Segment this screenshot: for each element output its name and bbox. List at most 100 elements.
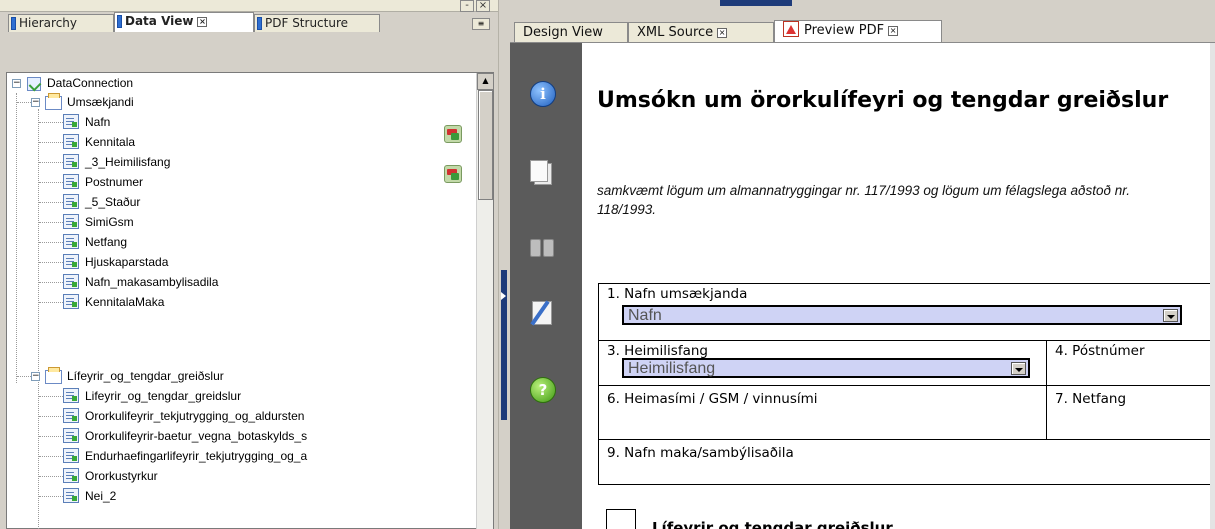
help-icon[interactable]: ? <box>530 377 556 403</box>
tab-preview-pdf[interactable]: Preview PDF × <box>774 20 942 42</box>
tree-node-label: Netfang <box>85 235 128 249</box>
tree-node-field[interactable]: Hjuskaparstada <box>85 252 168 272</box>
field-label: 4. Póstnúmer <box>1055 343 1145 359</box>
tree-guide-line <box>17 376 31 377</box>
tree-node-group-lifeyrir[interactable]: Lífeyrir_og_tengdar_greiðslur <box>67 366 224 386</box>
toolbar-edge <box>720 0 792 6</box>
form-title: Umsókn um örorkulífeyri og tengdar greið… <box>597 88 1169 113</box>
tab-pdf-structure-label: PDF Structure <box>265 16 349 30</box>
tree-node-field[interactable]: Ororkustyrkur <box>85 466 158 486</box>
data-field-icon <box>63 194 79 209</box>
tree-node-field[interactable]: Nafn <box>85 112 110 132</box>
tree-guide-line <box>17 102 31 103</box>
minimize-button[interactable]: - <box>460 0 474 12</box>
data-field-icon <box>63 214 79 229</box>
tree-node-field[interactable]: Nei_2 <box>85 486 116 506</box>
collapse-handle[interactable] <box>501 270 507 420</box>
tab-xml-source[interactable]: XML Source × <box>628 22 774 42</box>
tree-node-field[interactable]: Nafn_makasambylisadila <box>85 272 218 292</box>
tab-data-view[interactable]: Data View × <box>114 12 254 32</box>
tree-node-label: _3_Heimilisfang <box>85 155 171 169</box>
tree-node-field[interactable]: SimiGsm <box>85 212 134 232</box>
sign-icon[interactable] <box>530 299 556 327</box>
page-vertical-scrollbar[interactable] <box>1210 43 1215 529</box>
close-tab-icon[interactable]: × <box>197 16 208 27</box>
tree-node-label: Kennitala <box>85 135 136 149</box>
tab-hierarchy[interactable]: Hierarchy <box>8 14 114 32</box>
pdf-preview-area: i ? Umsókn um örorkulífeyri og tengdar g… <box>510 42 1215 529</box>
collapse-toggle-icon[interactable]: − <box>12 79 21 88</box>
scroll-thumb[interactable] <box>478 90 493 200</box>
data-field-icon <box>63 254 79 269</box>
tab-xml-source-label: XML Source <box>637 25 714 40</box>
tree-guide-line <box>39 262 65 263</box>
data-connection-icon <box>27 77 41 91</box>
tree-vertical-scrollbar[interactable]: ▲ <box>476 73 494 529</box>
data-field-icon <box>63 294 79 309</box>
tab-design-view[interactable]: Design View <box>514 22 628 42</box>
data-field-icon <box>63 174 79 189</box>
tree-node-field[interactable]: Lifeyrir_og_tengdar_greidslur <box>85 386 241 406</box>
close-tab-icon[interactable]: × <box>717 27 728 38</box>
panel-splitter[interactable] <box>498 0 510 529</box>
tree-guide-line <box>39 496 65 497</box>
tab-marker-icon <box>117 15 122 28</box>
collapse-toggle-icon[interactable]: − <box>31 98 40 107</box>
panel-menu-icon[interactable]: ≡ <box>472 18 490 30</box>
close-tab-icon[interactable]: × <box>888 25 899 36</box>
tab-preview-pdf-label: Preview PDF <box>804 23 885 38</box>
tab-marker-icon <box>257 17 262 30</box>
tree-node-field[interactable]: _5_Staður <box>85 192 140 212</box>
data-tree-view[interactable]: − DataConnection − Umsækjandi Nafn Kennit… <box>6 72 494 529</box>
tree-node-field[interactable]: KennitalaMaka <box>85 292 164 312</box>
tree-node-label: Ororkulifeyrir-baetur_vegna_botaskylds_s <box>85 429 308 443</box>
tree-node-label: SimiGsm <box>85 215 134 229</box>
bind-indicator-icon[interactable] <box>444 165 462 183</box>
binoculars-icon[interactable] <box>530 239 554 257</box>
scroll-up-arrow-icon[interactable]: ▲ <box>477 73 494 90</box>
tree-guide-line <box>39 416 65 417</box>
tree-guide-line <box>39 436 65 437</box>
tree-node-field[interactable]: Kennitala <box>85 132 135 152</box>
tab-data-view-label: Data View <box>125 14 194 28</box>
data-field-icon <box>63 488 79 503</box>
tree-node-field[interactable]: Endurhaefingarlifeyrir_tekjutrygging_og_… <box>85 446 307 466</box>
tree-node-field[interactable]: _3_Heimilisfang <box>85 152 170 172</box>
field-cell-phone[interactable]: 6. Heimasími / GSM / vinnusími <box>598 385 1047 440</box>
info-icon[interactable]: i <box>530 81 556 107</box>
close-panel-button[interactable]: × <box>476 0 490 12</box>
tab-pdf-structure[interactable]: PDF Structure <box>254 14 380 32</box>
field-cell-address: 3. Heimilisfang Heimilisfang <box>598 340 1047 386</box>
bind-indicator-icon[interactable] <box>444 125 462 143</box>
left-tab-bar: Hierarchy Data View × PDF Structure ≡ <box>0 12 498 32</box>
field-label: 7. Netfang <box>1055 391 1127 407</box>
tree-node-field[interactable]: Ororkulifeyrir-baetur_vegna_botaskylds_s <box>85 426 307 446</box>
field-cell-spouse-name[interactable]: 9. Nafn maka/sambýlisaðila <box>598 439 1215 485</box>
tree-node-field[interactable]: Postnumer <box>85 172 143 192</box>
tree-guide-line <box>39 202 65 203</box>
field-cell-postal-code[interactable]: 4. Póstnúmer <box>1046 340 1215 386</box>
tree-node-label: Nafn <box>85 115 111 129</box>
section-checkbox[interactable] <box>606 509 636 529</box>
applicant-name-dropdown[interactable]: Nafn <box>622 305 1182 325</box>
data-field-icon <box>63 408 79 423</box>
collapse-toggle-icon[interactable]: − <box>31 372 40 381</box>
field-cell-email[interactable]: 7. Netfang <box>1046 385 1215 440</box>
chevron-down-icon[interactable] <box>1011 362 1026 375</box>
pages-icon[interactable] <box>530 160 552 185</box>
tree-guide-line <box>39 242 65 243</box>
tree-node-label: Endurhaefingarlifeyrir_tekjutrygging_og_… <box>85 449 308 463</box>
tree-node-dataconnection[interactable]: DataConnection <box>47 73 133 93</box>
tree-guide-line <box>38 109 39 373</box>
tree-guide-line <box>39 162 65 163</box>
tree-node-field[interactable]: Ororkulifeyrir_tekjutrygging_og_aldurste… <box>85 406 304 426</box>
data-view-panel: - × Hierarchy Data View × PDF Structure ≡… <box>0 0 498 529</box>
group-node-icon <box>45 367 62 384</box>
address-dropdown[interactable]: Heimilisfang <box>622 358 1030 378</box>
tree-node-field[interactable]: Netfang <box>85 232 127 252</box>
tree-node-label: Umsækjandi <box>67 95 134 109</box>
tab-design-view-label: Design View <box>523 25 603 40</box>
chevron-down-icon[interactable] <box>1163 309 1178 322</box>
data-field-icon <box>63 134 79 149</box>
tree-node-group-umsaekjandi[interactable]: Umsækjandi <box>67 92 134 112</box>
